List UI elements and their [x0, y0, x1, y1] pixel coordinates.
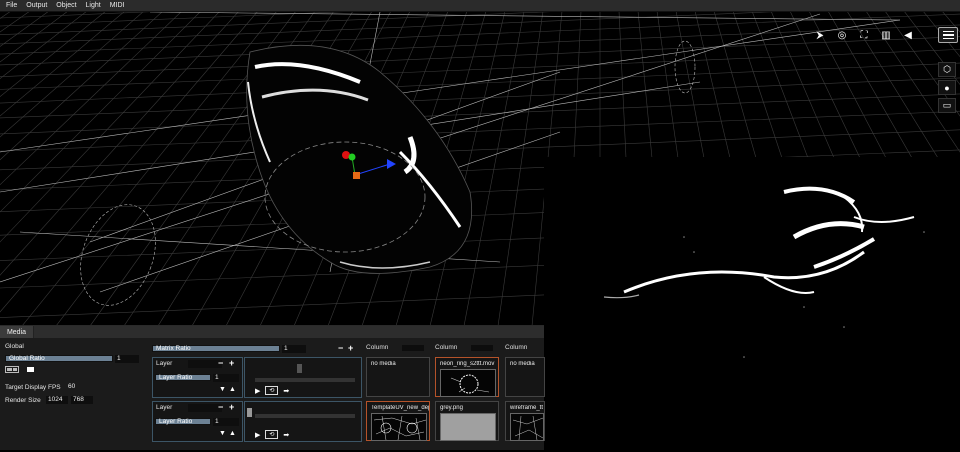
menu-output[interactable]: Output: [26, 2, 47, 9]
layer-1-remove-button[interactable]: −: [218, 359, 223, 368]
layer-1-ratio-slider[interactable]: Layer Ratio: [155, 374, 211, 381]
view-toolbar: ⮞ ◎ ⛶ ▥ ◀: [811, 28, 917, 42]
layer-1-name-field[interactable]: [188, 360, 222, 368]
clip-1-1-title: no media: [371, 361, 396, 367]
layer-1-opacity-slider[interactable]: [255, 378, 355, 382]
layer-1-controls: ▶ ⟲ ➡: [244, 357, 362, 398]
light-bulb-icon[interactable]: ●: [938, 80, 956, 95]
panel-tabbar: Media: [0, 326, 544, 338]
layer-2-add-button[interactable]: +: [229, 403, 234, 412]
select-icon[interactable]: ⮞: [811, 28, 829, 42]
tab-media[interactable]: Media: [0, 326, 34, 338]
clip-1-3-title: no media: [510, 361, 535, 367]
add-column-button[interactable]: +: [348, 344, 353, 353]
layer-2-ratio-label: Layer Ratio: [159, 418, 193, 425]
layer-2-name-field[interactable]: [188, 404, 222, 412]
menu-midi[interactable]: MIDI: [110, 2, 125, 9]
fps-label: Target Display FPS: [5, 384, 61, 391]
clip-1-2-title: neon_ring_s2ttt.mov: [440, 361, 495, 367]
single-view-icon[interactable]: [27, 367, 34, 372]
global-ratio-label: Global Ratio: [9, 355, 45, 362]
camera-grid-icon[interactable]: ▥: [877, 28, 895, 42]
layer-2-opacity-slider[interactable]: [255, 414, 355, 418]
car-model[interactable]: [246, 44, 473, 274]
column-header-1[interactable]: Column: [366, 344, 432, 353]
menu-object[interactable]: Object: [56, 2, 76, 9]
layer-2-move-down-icon[interactable]: ▼: [219, 430, 226, 438]
column-header-2[interactable]: Column: [435, 344, 501, 353]
render-size-label: Render Size: [5, 397, 41, 404]
cube-icon[interactable]: ⬡: [938, 62, 956, 77]
clip-2-2[interactable]: grey.png: [435, 401, 499, 441]
play-triangle-icon[interactable]: ◀: [899, 28, 917, 42]
column-header-2-field[interactable]: [471, 345, 493, 351]
layer-1-knob[interactable]: [297, 364, 302, 373]
layer-2-header[interactable]: Layer − + Layer Ratio 1 ▼ ▲: [152, 401, 243, 442]
fit-frame-icon[interactable]: ⛶: [855, 28, 873, 42]
layer-1-move-down-icon[interactable]: ▼: [219, 386, 226, 394]
render-height[interactable]: 768: [71, 396, 93, 404]
output-preview: [544, 157, 960, 450]
layer-2-remove-button[interactable]: −: [218, 403, 223, 412]
layer-2-name: Layer: [156, 404, 173, 411]
layer-2-ratio-slider[interactable]: Layer Ratio: [155, 418, 211, 425]
fps-value[interactable]: 60: [66, 383, 84, 391]
column-header-1-label: Column: [366, 344, 389, 351]
matrix-ratio-label: Matrix Ratio: [156, 345, 191, 352]
column-header-2-label: Column: [435, 344, 458, 351]
side-tools: ⬡ ● ▭: [938, 62, 956, 113]
global-label: Global: [5, 343, 24, 350]
media-panel: Media Global Global Ratio 1 Target Displ…: [0, 325, 545, 450]
global-ratio-slider[interactable]: Global Ratio: [5, 355, 113, 362]
layer-2-controls: ▶ ⟲ ➡: [244, 401, 362, 442]
layer-2-knob[interactable]: [247, 408, 252, 417]
matrix-ratio-slider[interactable]: Matrix Ratio: [152, 345, 280, 352]
layer-1-move-up-icon[interactable]: ▲: [229, 386, 236, 394]
clip-2-1-thumbnail: [371, 413, 427, 441]
layer-1-ratio-label: Layer Ratio: [159, 374, 193, 381]
clip-2-3-title: wireframe_tt: [510, 405, 544, 411]
menu-bar: File Output Object Light MIDI: [0, 0, 960, 12]
clip-2-1-title: TemplateUV_new_dep: [371, 405, 429, 411]
layer-1-next-icon[interactable]: ➡: [283, 387, 289, 395]
layer-1-loop-icon[interactable]: ⟲: [265, 386, 279, 395]
layer-2-next-icon[interactable]: ➡: [283, 431, 289, 439]
layer-1-name: Layer: [156, 360, 173, 367]
layer-2-ratio-value[interactable]: 1: [213, 418, 239, 426]
menu-light[interactable]: Light: [86, 2, 101, 9]
split-view-icon[interactable]: [5, 366, 19, 373]
layer-1-add-button[interactable]: +: [229, 359, 234, 368]
remove-column-button[interactable]: −: [338, 344, 343, 353]
layer-2-move-up-icon[interactable]: ▲: [229, 430, 236, 438]
clip-1-2[interactable]: neon_ring_s2ttt.mov: [435, 357, 499, 397]
layer-2-loop-icon[interactable]: ⟲: [265, 430, 279, 439]
clip-2-3-thumbnail: [510, 413, 544, 441]
hamburger-menu-icon[interactable]: [938, 27, 958, 43]
layer-1-header[interactable]: Layer − + Layer Ratio 1 ▼ ▲: [152, 357, 243, 398]
clip-2-3[interactable]: wireframe_tt: [505, 401, 545, 441]
column-header-3[interactable]: Column: [505, 344, 545, 353]
clip-2-2-thumbnail: [440, 413, 496, 441]
monitor-icon[interactable]: ▭: [938, 98, 956, 113]
clip-2-2-title: grey.png: [440, 405, 463, 411]
global-ratio-value[interactable]: 1: [115, 355, 139, 363]
layer-1-transport: ▶ ⟲ ➡: [255, 386, 289, 395]
clip-1-1[interactable]: no media: [366, 357, 430, 397]
layer-2-play-icon[interactable]: ▶: [255, 431, 260, 439]
clip-1-3[interactable]: no media: [505, 357, 545, 397]
layer-1-play-icon[interactable]: ▶: [255, 387, 260, 395]
clip-2-1[interactable]: TemplateUV_new_dep: [366, 401, 430, 441]
menu-file[interactable]: File: [6, 2, 17, 9]
matrix-ratio-value[interactable]: 1: [282, 345, 306, 353]
column-header-3-label: Column: [505, 344, 528, 351]
render-width[interactable]: 1024: [46, 396, 68, 404]
layer-2-transport: ▶ ⟲ ➡: [255, 430, 289, 439]
column-header-1-field[interactable]: [402, 345, 424, 351]
layer-1-ratio-value[interactable]: 1: [213, 374, 239, 382]
clip-1-2-thumbnail: [440, 369, 496, 397]
orbit-icon[interactable]: ◎: [833, 28, 851, 42]
